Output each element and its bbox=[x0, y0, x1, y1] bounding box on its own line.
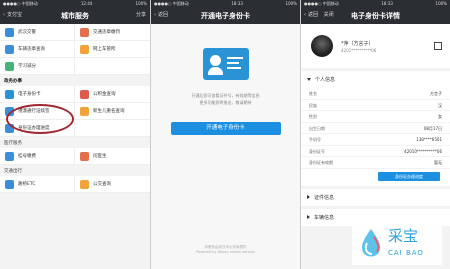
carrier: ●●●●○ 中国移动 bbox=[304, 1, 339, 6]
status-bar: ●●●●○ 中国移动 12:44 100% bbox=[0, 0, 150, 7]
status-bar: ●●●●○ 中国移动 18:33 100% bbox=[301, 0, 450, 7]
info-row: 性别女 bbox=[301, 111, 450, 123]
triangle-right-icon bbox=[307, 195, 310, 199]
etc-icon bbox=[5, 179, 14, 189]
chevron-left-icon: ‹ bbox=[3, 12, 5, 18]
section-heading-government: 政务办事 bbox=[0, 75, 150, 86]
description: 开通后即可查看证件号，有效期等信息 更多功能即将推出，敬请期待 bbox=[191, 93, 260, 105]
info-row: 身份证号 42010**********06 bbox=[301, 145, 450, 157]
status-bar: ●●●●○ 中国移动 18:33 100% bbox=[151, 0, 300, 7]
nav-bar: ‹ 返回 开通电子身份卡 bbox=[151, 7, 300, 24]
service-item[interactable]: 路桥ETC bbox=[0, 176, 75, 193]
battery: 100% bbox=[135, 1, 147, 6]
triangle-down-icon bbox=[307, 78, 311, 81]
close-button[interactable]: 关闭 bbox=[324, 7, 334, 24]
service-item[interactable]: 问医生 bbox=[75, 148, 150, 165]
service-grid-top: 武汉交警 交通违章缴罚 车辆违章查询 网上车管所 学习减分 bbox=[0, 24, 150, 75]
service-item[interactable]: 交通违章缴罚 bbox=[75, 24, 150, 41]
battery: 100% bbox=[285, 1, 297, 6]
car-icon bbox=[5, 44, 14, 54]
nav-bar: ‹ 返回 关闭 电子身份卡详情 bbox=[301, 7, 450, 24]
service-item[interactable]: 学习减分 bbox=[0, 58, 75, 75]
baby-icon bbox=[80, 106, 89, 116]
highlight-circle bbox=[6, 104, 74, 134]
service-item[interactable]: 公交查询 bbox=[75, 176, 150, 193]
police-icon bbox=[5, 27, 14, 37]
qr-code-icon[interactable] bbox=[434, 42, 442, 50]
fine-icon bbox=[80, 27, 89, 37]
battery: 100% bbox=[435, 1, 447, 6]
profile-id: 4201**********06 bbox=[341, 47, 377, 53]
service-item[interactable]: 新生儿重名查询 bbox=[75, 103, 150, 120]
hospital-icon bbox=[5, 151, 14, 161]
service-grid-medical: 挂号缴费 问医生 bbox=[0, 148, 150, 165]
section-personal-info[interactable]: 个人信息 bbox=[301, 71, 450, 88]
share-button[interactable]: 分享 bbox=[136, 7, 146, 24]
service-item[interactable]: 车辆违章查询 bbox=[0, 41, 75, 58]
page-title: 开通电子身份卡 bbox=[201, 11, 250, 20]
clock: 18:33 bbox=[231, 1, 243, 6]
study-icon bbox=[5, 61, 14, 71]
section-cert-info[interactable]: 证件信息 bbox=[301, 188, 450, 206]
service-item[interactable]: 挂号缴费 bbox=[0, 148, 75, 165]
info-row: 身份证有效期 暂无 bbox=[301, 157, 450, 169]
caibao-logo: 采宝 CAI BAO bbox=[352, 221, 442, 265]
info-row: 民族汉 bbox=[301, 99, 450, 111]
chevron-left-icon: ‹ bbox=[304, 12, 306, 18]
carrier: ●●●●○ 中国移动 bbox=[3, 1, 38, 6]
info-row: 姓名 方言子 bbox=[301, 88, 450, 100]
office-icon bbox=[80, 44, 89, 54]
section-heading-traffic: 交通出行 bbox=[0, 165, 150, 176]
logo-drop-icon bbox=[361, 229, 381, 257]
info-row: 出生日期 08月17日 bbox=[301, 122, 450, 134]
avatar bbox=[311, 35, 333, 57]
footer-note: 本服务由武汉市公安局提供 Powered by Alipay citizen s… bbox=[196, 245, 255, 254]
open-id-card-button[interactable]: 开通电子身份卡 bbox=[170, 122, 281, 135]
clock: 18:33 bbox=[381, 1, 393, 6]
chevron-left-icon: ‹ bbox=[154, 12, 156, 18]
profile-name: *萍（方言子） bbox=[341, 40, 374, 47]
fund-icon bbox=[80, 89, 89, 99]
city-service-screen: ●●●●○ 中国移动 12:44 100% ‹ 支付宝 城市服务 分享 武汉交警 … bbox=[0, 0, 150, 269]
carrier: ●●●●○ 中国移动 bbox=[154, 1, 189, 6]
progress-button-wrap: 身份证办理进度 bbox=[301, 168, 450, 186]
nav-bar: ‹ 支付宝 城市服务 分享 bbox=[0, 7, 150, 24]
bus-icon bbox=[80, 179, 89, 189]
service-item[interactable]: 公积金查询 bbox=[75, 86, 150, 103]
id-card-detail-screen: ●●●●○ 中国移动 18:33 100% ‹ 返回 关闭 电子身份卡详情 *萍（… bbox=[300, 0, 450, 269]
id-card-icon bbox=[202, 48, 249, 80]
doctor-icon bbox=[80, 151, 89, 161]
back-button[interactable]: ‹ 返回 bbox=[154, 7, 168, 24]
service-item[interactable]: 武汉交警 bbox=[0, 24, 75, 41]
page-title: 城市服务 bbox=[61, 11, 89, 20]
clock: 12:44 bbox=[80, 1, 93, 6]
back-button[interactable]: ‹ 返回 关闭 bbox=[304, 7, 334, 24]
profile-card: *萍（方言子） 4201**********06 bbox=[301, 24, 450, 68]
service-item[interactable]: 网上车管所 bbox=[75, 41, 150, 58]
empty-cell bbox=[75, 58, 150, 75]
section-heading-medical: 医疗服务 bbox=[0, 137, 150, 148]
empty-cell bbox=[75, 120, 150, 137]
open-id-card-screen: ●●●●○ 中国移动 18:33 100% ‹ 返回 开通电子身份卡 开通后即可查… bbox=[150, 0, 300, 269]
logo-text-en: CAI BAO bbox=[388, 249, 424, 257]
logo-text-cn: 采宝 bbox=[388, 227, 419, 245]
triangle-right-icon bbox=[307, 215, 310, 219]
service-item-id-card[interactable]: 电子身份卡 bbox=[0, 86, 75, 103]
back-button[interactable]: ‹ 支付宝 bbox=[3, 7, 22, 24]
id-card-icon bbox=[5, 89, 14, 99]
service-grid-traffic: 路桥ETC 公交查询 bbox=[0, 176, 150, 193]
info-row: 手机号 138****6501 bbox=[301, 134, 450, 146]
progress-button[interactable]: 身份证办理进度 bbox=[378, 171, 440, 181]
